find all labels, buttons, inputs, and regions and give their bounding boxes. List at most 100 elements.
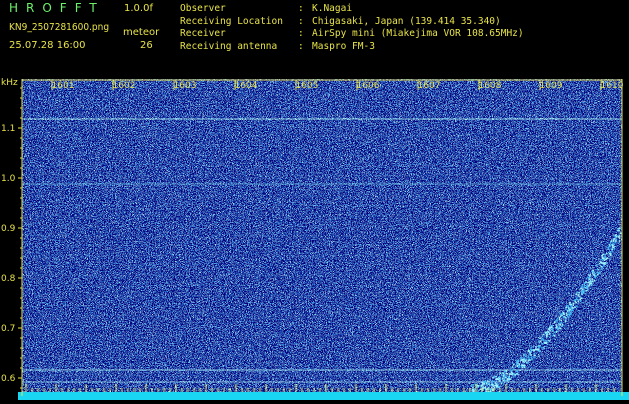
info-separator: :: [298, 40, 304, 52]
doppler-point: [611, 244, 614, 246]
doppler-point: [519, 369, 521, 371]
doppler-point: [504, 379, 506, 382]
doppler-point: [578, 295, 580, 298]
doppler-point: [566, 315, 569, 318]
doppler-point: [593, 280, 596, 282]
meteor-label: meteor: [123, 27, 160, 38]
doppler-point: [593, 271, 595, 273]
doppler-point: [546, 335, 548, 338]
doppler-point: [577, 300, 580, 303]
info-separator: :: [298, 3, 304, 14]
doppler-point: [521, 366, 524, 369]
doppler-point: [477, 390, 480, 392]
y-tick-label: 0.6: [1, 374, 16, 384]
doppler-point: [542, 333, 545, 336]
doppler-point: [496, 384, 499, 387]
doppler-point: [576, 297, 578, 300]
doppler-point: [559, 324, 561, 326]
info-value: AirSpy mini (Miakejima VOR 108.65MHz): [312, 28, 524, 39]
doppler-point: [534, 354, 536, 357]
doppler-point: [505, 372, 507, 375]
doppler-point: [541, 335, 543, 337]
x-tick-label: 1607: [418, 81, 441, 91]
y-tick-label: 1.0: [1, 174, 16, 184]
info-separator: :: [298, 28, 304, 39]
doppler-point: [548, 328, 550, 330]
doppler-point: [527, 360, 530, 362]
x-tick-label: 1603: [174, 81, 197, 91]
datetime-label: 25.07.28 16:00: [9, 40, 86, 51]
doppler-point: [601, 268, 603, 270]
doppler-point: [588, 285, 590, 287]
doppler-point: [539, 337, 541, 340]
doppler-point: [590, 282, 593, 285]
doppler-point: [538, 341, 540, 343]
doppler-point: [527, 358, 529, 361]
doppler-point: [579, 298, 582, 301]
doppler-point: [533, 349, 535, 351]
doppler-point: [571, 307, 573, 309]
doppler-point: [566, 304, 569, 307]
spectrogram-panel: kHz 1.1 1.0 0.9 0.8 0.7 0.6 1601 1602 1603 1604 1…: [0, 76, 629, 400]
info-row-observer: Observer: K.Nagai: [180, 3, 524, 16]
doppler-point: [516, 365, 519, 367]
doppler-point: [556, 318, 559, 320]
doppler-point: [542, 347, 544, 349]
doppler-point: [585, 290, 588, 292]
doppler-point: [524, 358, 527, 361]
doppler-point: [501, 374, 503, 377]
doppler-point: [553, 335, 556, 337]
doppler-point: [498, 375, 501, 378]
doppler-point: [561, 312, 563, 315]
doppler-point: [516, 360, 518, 362]
doppler-point: [602, 265, 604, 268]
doppler-point: [505, 370, 508, 372]
doppler-point: [509, 373, 511, 375]
doppler-point: [558, 322, 560, 324]
doppler-point: [532, 356, 535, 358]
doppler-point: [512, 368, 515, 370]
doppler-point: [511, 366, 514, 368]
filename-label: KN9_2507281600.png: [9, 22, 110, 33]
doppler-point: [600, 258, 602, 261]
doppler-point: [507, 375, 509, 378]
doppler-point: [611, 248, 614, 251]
doppler-point: [618, 240, 621, 242]
spectrogram-svg: kHz 1.1 1.0 0.9 0.8 0.7 0.6 1601 1602 1603 1604 1…: [1, 78, 629, 400]
doppler-point: [541, 343, 543, 345]
doppler-point: [537, 345, 539, 347]
y-tick-label: 0.9: [1, 224, 16, 234]
doppler-point: [510, 369, 513, 372]
doppler-point: [570, 309, 573, 312]
doppler-point: [575, 293, 578, 295]
doppler-point: [559, 327, 562, 330]
doppler-point: [601, 256, 604, 259]
doppler-point: [558, 318, 561, 321]
info-key: Receiving antenna: [180, 40, 278, 52]
doppler-point: [502, 372, 505, 374]
doppler-point: [537, 349, 539, 351]
doppler-point: [614, 236, 616, 238]
doppler-point: [615, 239, 618, 241]
doppler-point: [529, 359, 531, 361]
doppler-point: [555, 324, 558, 326]
doppler-point: [529, 349, 532, 351]
doppler-point: [584, 282, 586, 284]
doppler-point: [606, 252, 608, 255]
doppler-point: [560, 319, 563, 322]
doppler-point: [547, 331, 550, 334]
doppler-point: [502, 383, 505, 385]
doppler-point: [564, 320, 567, 322]
doppler-point: [558, 316, 561, 319]
doppler-point: [592, 274, 595, 276]
doppler-point: [493, 375, 496, 378]
doppler-point: [506, 378, 509, 380]
doppler-point: [617, 228, 620, 231]
doppler-point: [530, 354, 532, 356]
doppler-point: [569, 311, 572, 314]
doppler-point: [591, 278, 593, 280]
doppler-point: [577, 294, 580, 296]
doppler-point: [611, 250, 613, 252]
doppler-point: [576, 291, 579, 294]
doppler-point: [550, 326, 552, 328]
